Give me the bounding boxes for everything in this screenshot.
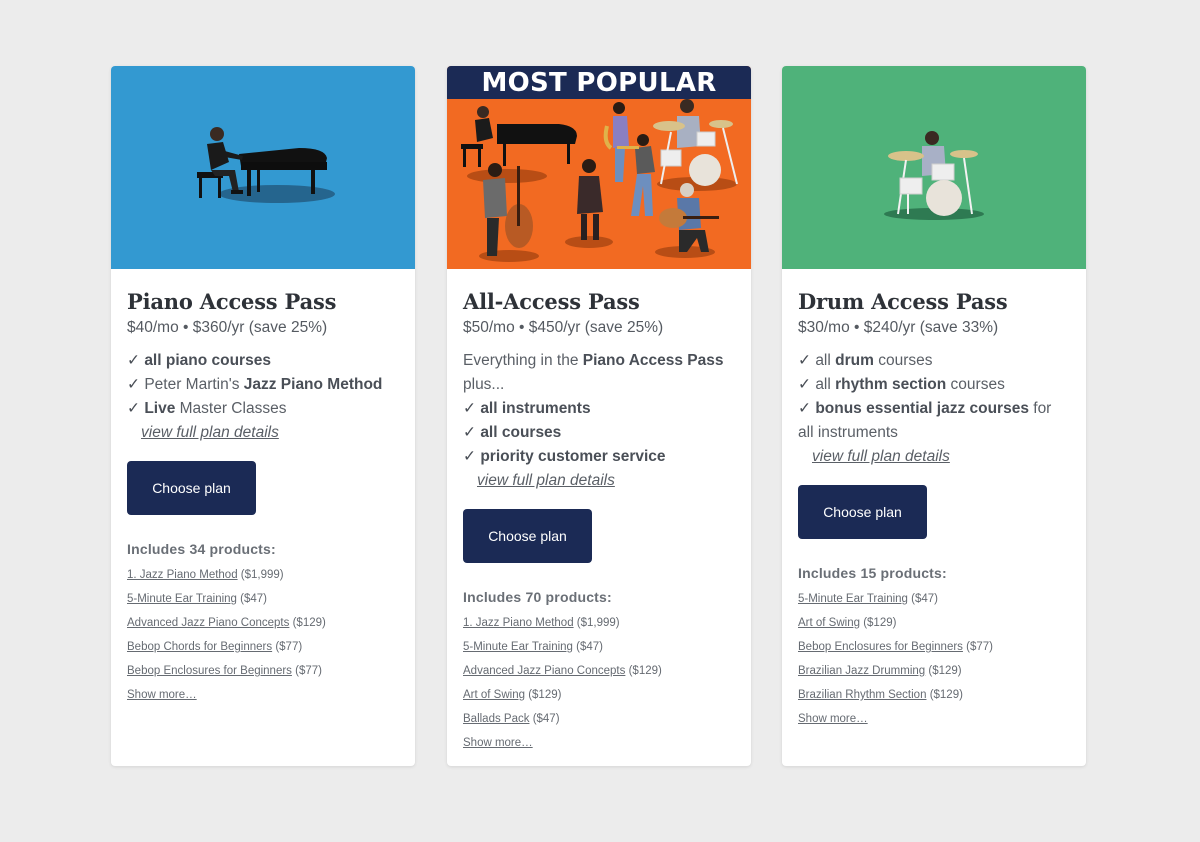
product-item: 5-Minute Ear Training ($47) <box>463 641 604 653</box>
product-item: Art of Swing ($129) <box>798 617 897 629</box>
plan-intro: Everything in the Piano Access Pass plus… <box>463 352 724 393</box>
product-item: Bebop Enclosures for Beginners ($77) <box>127 665 322 677</box>
plan-card-drum: Drum Access Pass $30/mo • $240/yr (save … <box>782 66 1086 766</box>
feature-item: ✓ bonus essential jazz courses for all i… <box>798 400 1052 441</box>
product-item: Ballads Pack ($47) <box>463 713 560 725</box>
product-link[interactable]: 1. Jazz Piano Method <box>127 569 238 581</box>
plan-price: $40/mo • $360/yr (save 25%) <box>127 319 328 336</box>
view-plan-details-link[interactable]: view full plan details <box>812 445 950 469</box>
feature-list: Everything in the Piano Access Pass plus… <box>463 349 735 493</box>
product-list: 1. Jazz Piano Method ($1,999) 5-Minute E… <box>463 611 735 731</box>
product-link[interactable]: Brazilian Rhythm Section <box>798 689 926 701</box>
product-item: 1. Jazz Piano Method ($1,999) <box>127 569 284 581</box>
show-more-link[interactable]: Show more… <box>798 709 868 729</box>
feature-item: ✓ all rhythm section courses <box>798 376 1005 393</box>
product-item: Brazilian Rhythm Section ($129) <box>798 689 963 701</box>
product-item: Art of Swing ($129) <box>463 689 562 701</box>
product-link[interactable]: 5-Minute Ear Training <box>463 641 573 653</box>
product-link[interactable]: Advanced Jazz Piano Concepts <box>463 665 625 677</box>
piano-player-illustration <box>111 66 415 269</box>
product-link[interactable]: 5-Minute Ear Training <box>127 593 237 605</box>
jazz-band-illustration: MOST POPULAR <box>447 66 751 269</box>
product-link[interactable]: Art of Swing <box>798 617 860 629</box>
plan-price: $30/mo • $240/yr (save 33%) <box>798 319 999 336</box>
includes-heading: Includes 70 products: <box>463 589 612 605</box>
product-item: Advanced Jazz Piano Concepts ($129) <box>463 665 662 677</box>
feature-item: ✓ priority customer service <box>463 448 666 465</box>
product-list: 1. Jazz Piano Method ($1,999) 5-Minute E… <box>127 563 399 683</box>
view-plan-details-link[interactable]: view full plan details <box>141 421 279 445</box>
product-item: Advanced Jazz Piano Concepts ($129) <box>127 617 326 629</box>
product-item: Bebop Chords for Beginners ($77) <box>127 641 303 653</box>
product-link[interactable]: Bebop Enclosures for Beginners <box>127 665 292 677</box>
most-popular-banner: MOST POPULAR <box>447 66 751 99</box>
feature-item: ✓ Live Master Classes <box>127 400 287 417</box>
plan-card-piano: Piano Access Pass $40/mo • $360/yr (save… <box>111 66 415 766</box>
product-link[interactable]: Bebop Enclosures for Beginners <box>798 641 963 653</box>
product-item: Bebop Enclosures for Beginners ($77) <box>798 641 993 653</box>
plan-title: Drum Access Pass <box>798 289 1008 314</box>
includes-heading: Includes 15 products: <box>798 565 947 581</box>
feature-list: ✓ all drum courses ✓ all rhythm section … <box>798 349 1070 469</box>
product-link[interactable]: 1. Jazz Piano Method <box>463 617 574 629</box>
product-link[interactable]: Bebop Chords for Beginners <box>127 641 272 653</box>
show-more-link[interactable]: Show more… <box>463 733 533 753</box>
choose-plan-button[interactable]: Choose plan <box>798 485 927 539</box>
plan-title: All-Access Pass <box>463 289 640 314</box>
feature-item: ✓ all piano courses <box>127 352 271 369</box>
feature-item: ✓ Peter Martin's Jazz Piano Method <box>127 376 383 393</box>
choose-plan-button[interactable]: Choose plan <box>127 461 256 515</box>
feature-item: ✓ all instruments <box>463 400 591 417</box>
product-link[interactable]: Advanced Jazz Piano Concepts <box>127 617 289 629</box>
product-link[interactable]: Brazilian Jazz Drumming <box>798 665 925 677</box>
product-item: 1. Jazz Piano Method ($1,999) <box>463 617 620 629</box>
choose-plan-button[interactable]: Choose plan <box>463 509 592 563</box>
product-link[interactable]: 5-Minute Ear Training <box>798 593 908 605</box>
product-list: 5-Minute Ear Training ($47) Art of Swing… <box>798 587 1070 707</box>
plan-card-all-access: MOST POPULAR All-Access Pass $50/mo • $4… <box>447 66 751 766</box>
drummer-illustration <box>782 66 1086 269</box>
product-item: Brazilian Jazz Drumming ($129) <box>798 665 962 677</box>
product-item: 5-Minute Ear Training ($47) <box>798 593 939 605</box>
product-link[interactable]: Ballads Pack <box>463 713 529 725</box>
view-plan-details-link[interactable]: view full plan details <box>477 469 615 493</box>
feature-item: ✓ all courses <box>463 424 562 441</box>
feature-list: ✓ all piano courses ✓ Peter Martin's Jaz… <box>127 349 399 445</box>
feature-item: ✓ all drum courses <box>798 352 933 369</box>
product-link[interactable]: Art of Swing <box>463 689 525 701</box>
show-more-link[interactable]: Show more… <box>127 685 197 705</box>
product-item: 5-Minute Ear Training ($47) <box>127 593 268 605</box>
includes-heading: Includes 34 products: <box>127 541 276 557</box>
plan-price: $50/mo • $450/yr (save 25%) <box>463 319 664 336</box>
plan-title: Piano Access Pass <box>127 289 337 314</box>
